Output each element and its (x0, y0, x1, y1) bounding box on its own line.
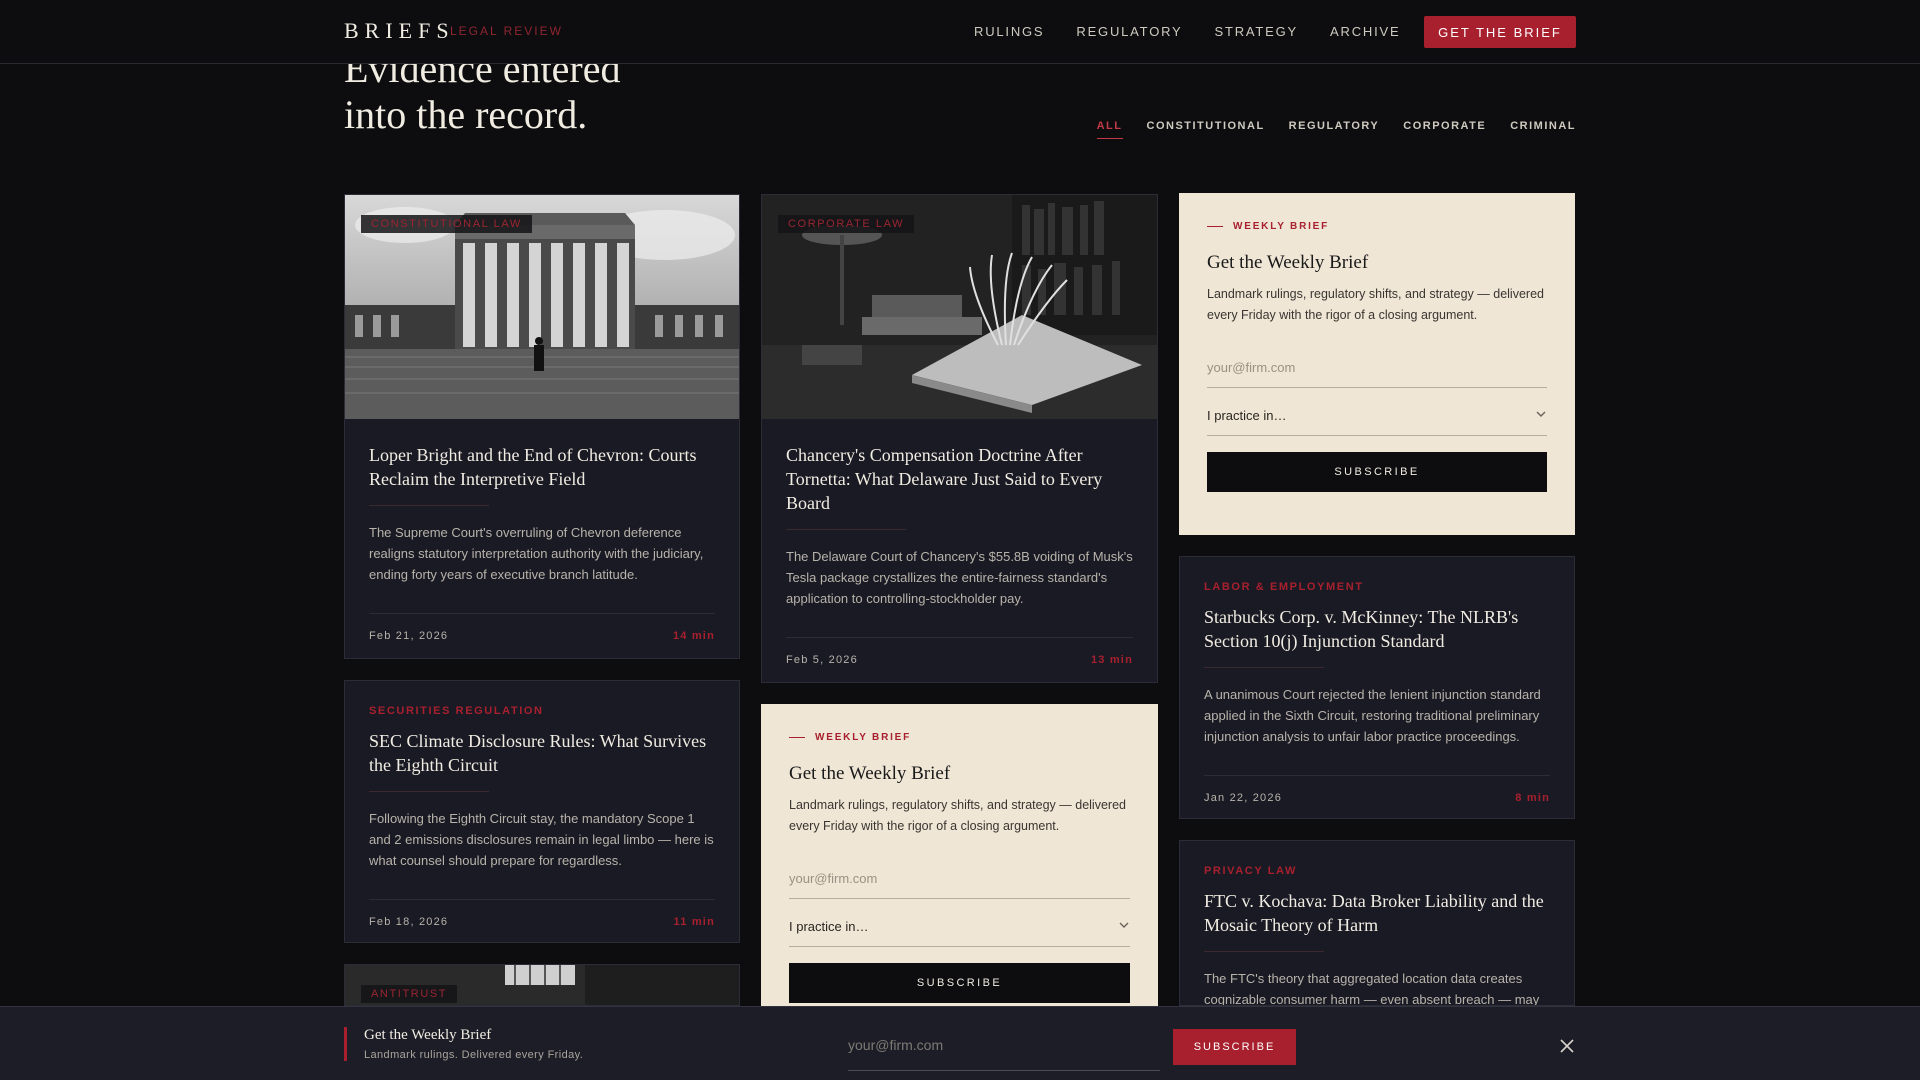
article-date: Feb 21, 2026 (369, 630, 449, 642)
article-image-books: CORPORATE LAW (762, 195, 1157, 419)
article-title[interactable]: Starbucks Corp. v. McKinney: The NLRB's … (1204, 605, 1550, 653)
kicker-dash (1207, 226, 1223, 227)
newsletter-description: Landmark rulings, regulatory shifts, and… (789, 798, 1126, 833)
article-meta: Jan 22, 2026 8 min (1204, 775, 1550, 824)
hero-line-2: into the record. (344, 92, 588, 137)
newsletter-kicker: WEEKLY BRIEF (789, 732, 1130, 743)
article-card[interactable]: ANTITRUST (344, 964, 740, 1006)
logo-subtitle: LEGAL REVIEW (450, 24, 563, 38)
nav-archive[interactable]: ARCHIVE (1330, 24, 1400, 39)
article-title[interactable]: Chancery's Compensation Doctrine After T… (786, 443, 1133, 515)
article-date: Jan 22, 2026 (1204, 792, 1283, 804)
article-date: Feb 5, 2026 (786, 654, 858, 666)
newsletter-title: Get the Weekly Brief (789, 763, 951, 784)
divider (369, 505, 489, 506)
article-card[interactable]: SECURITIES REGULATION SEC Climate Disclo… (344, 680, 740, 943)
accent-bar (344, 1027, 347, 1061)
article-excerpt: The FTC's theory that aggregated locatio… (1204, 971, 1540, 1006)
divider (786, 529, 906, 530)
email-field[interactable]: your@firm.com (789, 863, 1130, 899)
sticky-email-field[interactable]: your@firm.com (848, 1031, 1160, 1071)
article-card[interactable]: PRIVACY LAW FTC v. Kochava: Data Broker … (1179, 840, 1575, 1006)
article-excerpt: The Supreme Court's overruling of Chevro… (369, 525, 704, 582)
newsletter-kicker: WEEKLY BRIEF (1207, 221, 1547, 232)
article-title[interactable]: SEC Climate Disclosure Rules: What Survi… (369, 729, 715, 777)
sticky-subtitle: Landmark rulings. Delivered every Friday… (364, 1049, 584, 1061)
practice-select-label: I practice in… (789, 919, 869, 934)
main-nav: RULINGS REGULATORY STRATEGY ARCHIVE (974, 24, 1400, 39)
article-tag: CORPORATE LAW (778, 215, 915, 233)
divider (1204, 951, 1324, 952)
newsletter-description: Landmark rulings, regulatory shifts, and… (1207, 287, 1544, 322)
article-title[interactable]: Loper Bright and the End of Chevron: Cou… (369, 443, 715, 491)
get-brief-button[interactable]: GET THE BRIEF (1424, 16, 1576, 48)
article-image-interior: ANTITRUST (345, 965, 739, 1005)
filter-corporate[interactable]: CORPORATE (1403, 120, 1486, 139)
chevron-down-icon (1119, 922, 1129, 928)
filter-all[interactable]: ALL (1096, 120, 1123, 139)
site-header: BRIEFS LEGAL REVIEW RULINGS REGULATORY S… (0, 0, 1920, 64)
article-tag: PRIVACY LAW (1204, 865, 1297, 877)
newsletter-title: Get the Weekly Brief (1207, 252, 1369, 273)
nav-rulings[interactable]: RULINGS (974, 24, 1044, 39)
read-time: 13 min (1090, 654, 1133, 666)
article-meta: Feb 18, 2026 11 min (369, 899, 715, 948)
nav-regulatory[interactable]: REGULATORY (1076, 24, 1182, 39)
practice-select[interactable]: I practice in… (1207, 400, 1547, 436)
article-excerpt: Following the Eighth Circuit stay, the m… (369, 811, 714, 868)
article-card[interactable]: LABOR & EMPLOYMENT Starbucks Corp. v. Mc… (1179, 556, 1575, 819)
subscribe-button[interactable]: SUBSCRIBE (1207, 452, 1547, 492)
article-tag: SECURITIES REGULATION (369, 705, 544, 717)
email-field[interactable]: your@firm.com (1207, 352, 1547, 388)
sticky-title: Get the Weekly Brief (364, 1027, 492, 1043)
divider (1204, 667, 1324, 668)
article-meta: Feb 21, 2026 14 min (369, 613, 715, 662)
article-title[interactable]: FTC v. Kochava: Data Broker Liability an… (1204, 889, 1550, 937)
read-time: 8 min (1515, 792, 1550, 804)
filter-regulatory[interactable]: REGULATORY (1289, 120, 1380, 139)
practice-select-label: I practice in… (1207, 408, 1287, 423)
article-card[interactable]: CONSTITUTIONAL LAW Loper Bright and the … (344, 194, 740, 659)
chevron-down-icon (1536, 411, 1546, 417)
article-meta: Feb 5, 2026 13 min (786, 637, 1133, 686)
sticky-subscribe-bar: Get the Weekly Brief Landmark rulings. D… (0, 1006, 1920, 1080)
subscribe-button[interactable]: SUBSCRIBE (789, 963, 1130, 1003)
article-card[interactable]: CORPORATE LAW Chancery's Compensation Do… (761, 194, 1158, 683)
article-date: Feb 18, 2026 (369, 916, 449, 928)
article-excerpt: A unanimous Court rejected the lenient i… (1204, 687, 1541, 744)
article-tag: LABOR & EMPLOYMENT (1204, 581, 1364, 593)
logo[interactable]: BRIEFS (344, 18, 455, 44)
practice-select[interactable]: I practice in… (789, 911, 1130, 947)
article-tag: ANTITRUST (361, 985, 458, 1003)
filter-constitutional[interactable]: CONSTITUTIONAL (1147, 120, 1265, 139)
newsletter-card: WEEKLY BRIEF Get the Weekly Brief Landma… (1179, 193, 1575, 535)
article-tag: CONSTITUTIONAL LAW (361, 215, 532, 233)
newsletter-card: WEEKLY BRIEF Get the Weekly Brief Landma… (761, 704, 1158, 1006)
article-excerpt: The Delaware Court of Chancery's $55.8B … (786, 549, 1133, 606)
kicker-dash (789, 737, 805, 738)
nav-strategy[interactable]: STRATEGY (1215, 24, 1299, 39)
filter-criminal[interactable]: CRIMINAL (1510, 120, 1576, 139)
category-filters: ALL CONSTITUTIONAL REGULATORY CORPORATE … (1096, 120, 1576, 139)
close-icon[interactable] (1558, 1037, 1576, 1055)
kicker-text: WEEKLY BRIEF (1233, 221, 1330, 232)
divider (369, 791, 489, 792)
read-time: 14 min (672, 630, 715, 642)
read-time: 11 min (673, 916, 715, 928)
kicker-text: WEEKLY BRIEF (815, 732, 912, 743)
article-image-courthouse: CONSTITUTIONAL LAW (345, 195, 739, 419)
sticky-subscribe-button[interactable]: SUBSCRIBE (1173, 1029, 1296, 1065)
